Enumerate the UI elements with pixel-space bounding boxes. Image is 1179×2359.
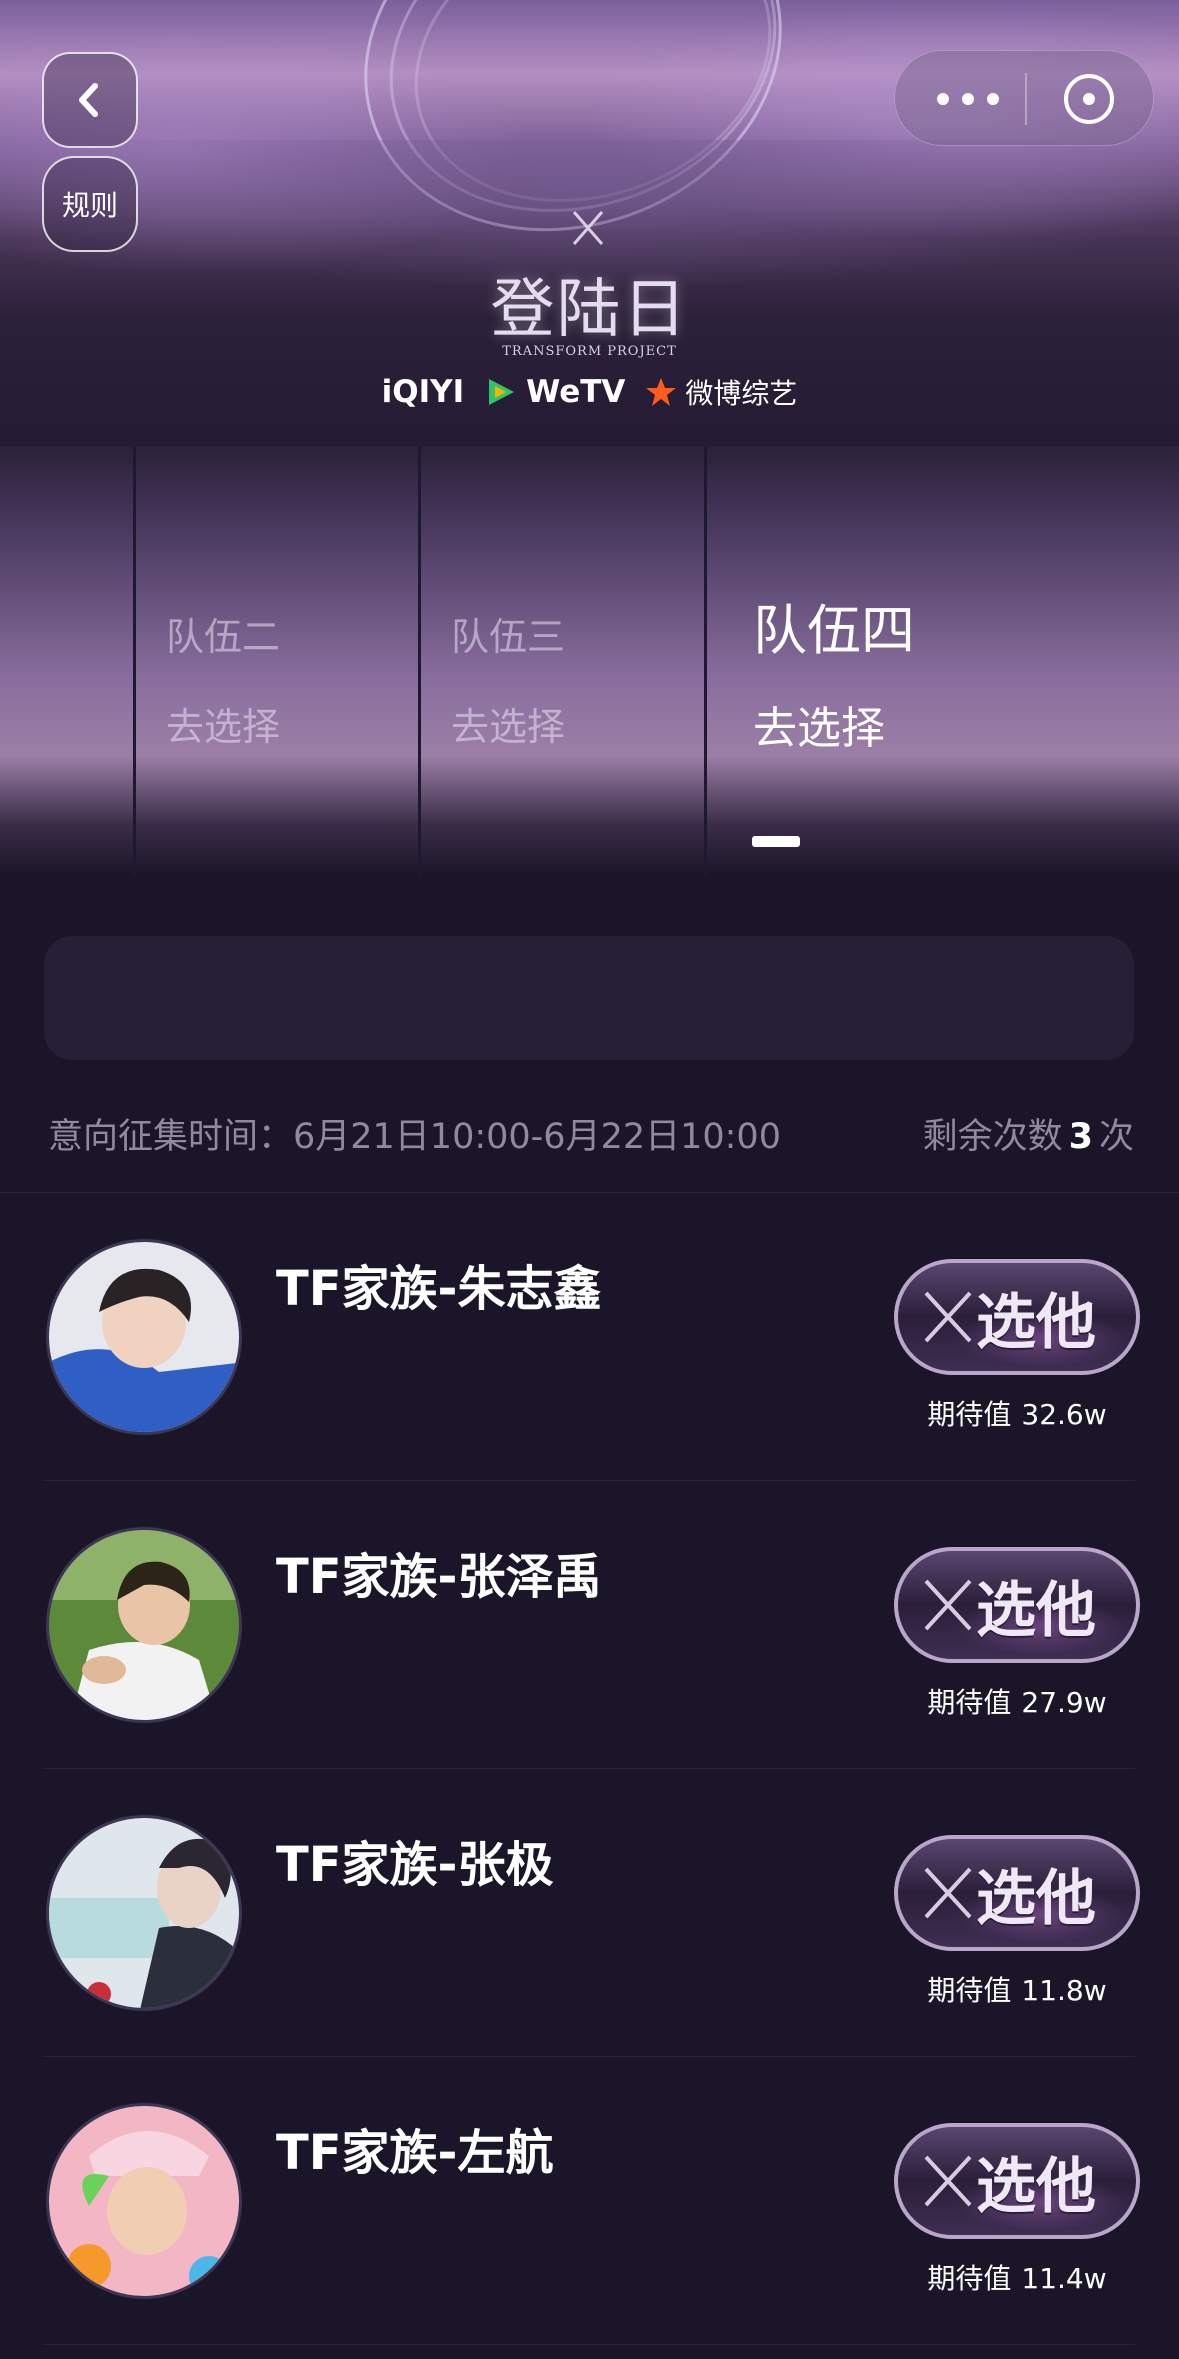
show-logo-subtitle: TRANSFORM PROJECT <box>502 344 677 359</box>
expectation-label: 期待值 <box>927 1686 1012 1719</box>
remaining-suffix: 次 <box>1098 1117 1134 1157</box>
remaining-number: 3 <box>1068 1117 1093 1157</box>
candidate-name: TF家族-左航 <box>276 2125 554 2181</box>
wetv-play-icon <box>489 379 515 405</box>
mini-program-capsule <box>894 50 1154 146</box>
sponsor-iqiyi: iQIYI <box>381 374 465 410</box>
tab-name: 队伍三 <box>451 615 566 659</box>
select-button[interactable]: 选他 <box>894 1547 1140 1663</box>
expectation-value: 期待值 27.9w <box>894 1681 1140 1721</box>
avatar <box>46 2103 242 2299</box>
expectation-number: 27.9w <box>1021 1686 1107 1719</box>
sponsor-weibo: 微博综艺 <box>645 372 797 412</box>
select-button-label: 选他 <box>976 2151 1096 2222</box>
remaining-count: 剩余次数 3 次 <box>923 1108 1134 1159</box>
star-icon <box>646 378 677 406</box>
tab-action: 去选择 <box>166 705 281 749</box>
list-item: TF家族-左航 选他 期待值 11.4w <box>0 2057 1179 2345</box>
avatar-photo <box>49 1530 239 1720</box>
close-circle-icon[interactable] <box>1061 71 1117 127</box>
team-tabs: 队伍二 去选择 队伍三 去选择 队伍四 去选择 <box>0 446 1179 876</box>
x-emblem-icon <box>924 1579 972 1631</box>
tab-name: 队伍二 <box>166 615 281 659</box>
avatar-photo <box>49 2106 239 2296</box>
expectation-label: 期待值 <box>927 1398 1012 1431</box>
list-item: TF家族-张极 选他 期待值 11.8w <box>0 1769 1179 2057</box>
vote-meta: 意向征集时间：6月21日10:00-6月22日10:00 剩余次数 3 次 <box>48 1108 1134 1158</box>
avatar <box>46 1239 242 1435</box>
x-emblem-icon <box>924 1291 972 1343</box>
show-logo: 登陆日 <box>490 273 689 347</box>
candidate-name: TF家族-张泽禹 <box>276 1549 602 1605</box>
candidate-list: TF家族-朱志鑫 选他 期待值 32.6w TF家族-张泽禹 选他 期待值 27… <box>0 1193 1179 2345</box>
avatar <box>46 1815 242 2011</box>
tab-action: 去选择 <box>753 703 885 754</box>
select-button-label: 选他 <box>976 1863 1096 1934</box>
active-tab-indicator <box>752 836 800 847</box>
tab-name: 队伍四 <box>753 599 915 662</box>
show-x-icon <box>572 211 604 245</box>
expectation-value: 期待值 32.6w <box>894 1393 1140 1433</box>
x-emblem-icon <box>924 2155 972 2207</box>
select-button[interactable]: 选他 <box>894 2123 1140 2239</box>
remaining-prefix: 剩余次数 <box>922 1117 1063 1157</box>
expectation-number: 11.8w <box>1021 1974 1107 2007</box>
expectation-number: 11.4w <box>1021 2262 1107 2295</box>
list-item: TF家族-张泽禹 选他 期待值 27.9w <box>0 1481 1179 1769</box>
chevron-left-icon <box>79 83 98 117</box>
list-item: TF家族-朱志鑫 选他 期待值 32.6w <box>0 1193 1179 1481</box>
select-button-label: 选他 <box>976 1287 1096 1358</box>
capsule-divider <box>1025 73 1027 125</box>
rules-button[interactable]: 规则 <box>42 156 138 252</box>
back-button[interactable] <box>42 52 138 148</box>
expectation-value: 期待值 11.4w <box>894 2257 1140 2297</box>
collection-time: 意向征集时间：6月21日10:00-6月22日10:00 <box>48 1117 781 1157</box>
sponsor-weibo-label: 微博综艺 <box>685 377 798 410</box>
expectation-label: 期待值 <box>927 1974 1012 2007</box>
select-button-label: 选他 <box>976 1575 1096 1646</box>
expectation-label: 期待值 <box>927 2262 1012 2295</box>
expectation-number: 32.6w <box>1021 1398 1107 1431</box>
avatar-photo <box>49 1242 239 1432</box>
select-button[interactable]: 选他 <box>894 1259 1140 1375</box>
sponsor-wetv: WeTV <box>484 374 625 410</box>
sponsor-logos: iQIYI WeTV 微博综艺 <box>0 372 1179 412</box>
sponsor-wetv-label: WeTV <box>526 374 626 410</box>
avatar-photo <box>49 1818 239 2008</box>
notice-box <box>44 936 1134 1060</box>
x-emblem-icon <box>924 1867 972 1919</box>
avatar <box>46 1527 242 1723</box>
candidate-name: TF家族-张极 <box>276 1837 554 1893</box>
tab-team-3[interactable]: 队伍三 去选择 <box>421 446 704 876</box>
more-icon[interactable] <box>933 81 1003 117</box>
expectation-value: 期待值 11.8w <box>894 1969 1140 2009</box>
row-divider <box>44 2344 1135 2345</box>
tab-team-2[interactable]: 队伍二 去选择 <box>136 446 418 876</box>
tab-team-4[interactable]: 队伍四 去选择 <box>707 446 1179 876</box>
tab-action: 去选择 <box>451 705 566 749</box>
select-button[interactable]: 选他 <box>894 1835 1140 1951</box>
candidate-name: TF家族-朱志鑫 <box>276 1261 602 1317</box>
